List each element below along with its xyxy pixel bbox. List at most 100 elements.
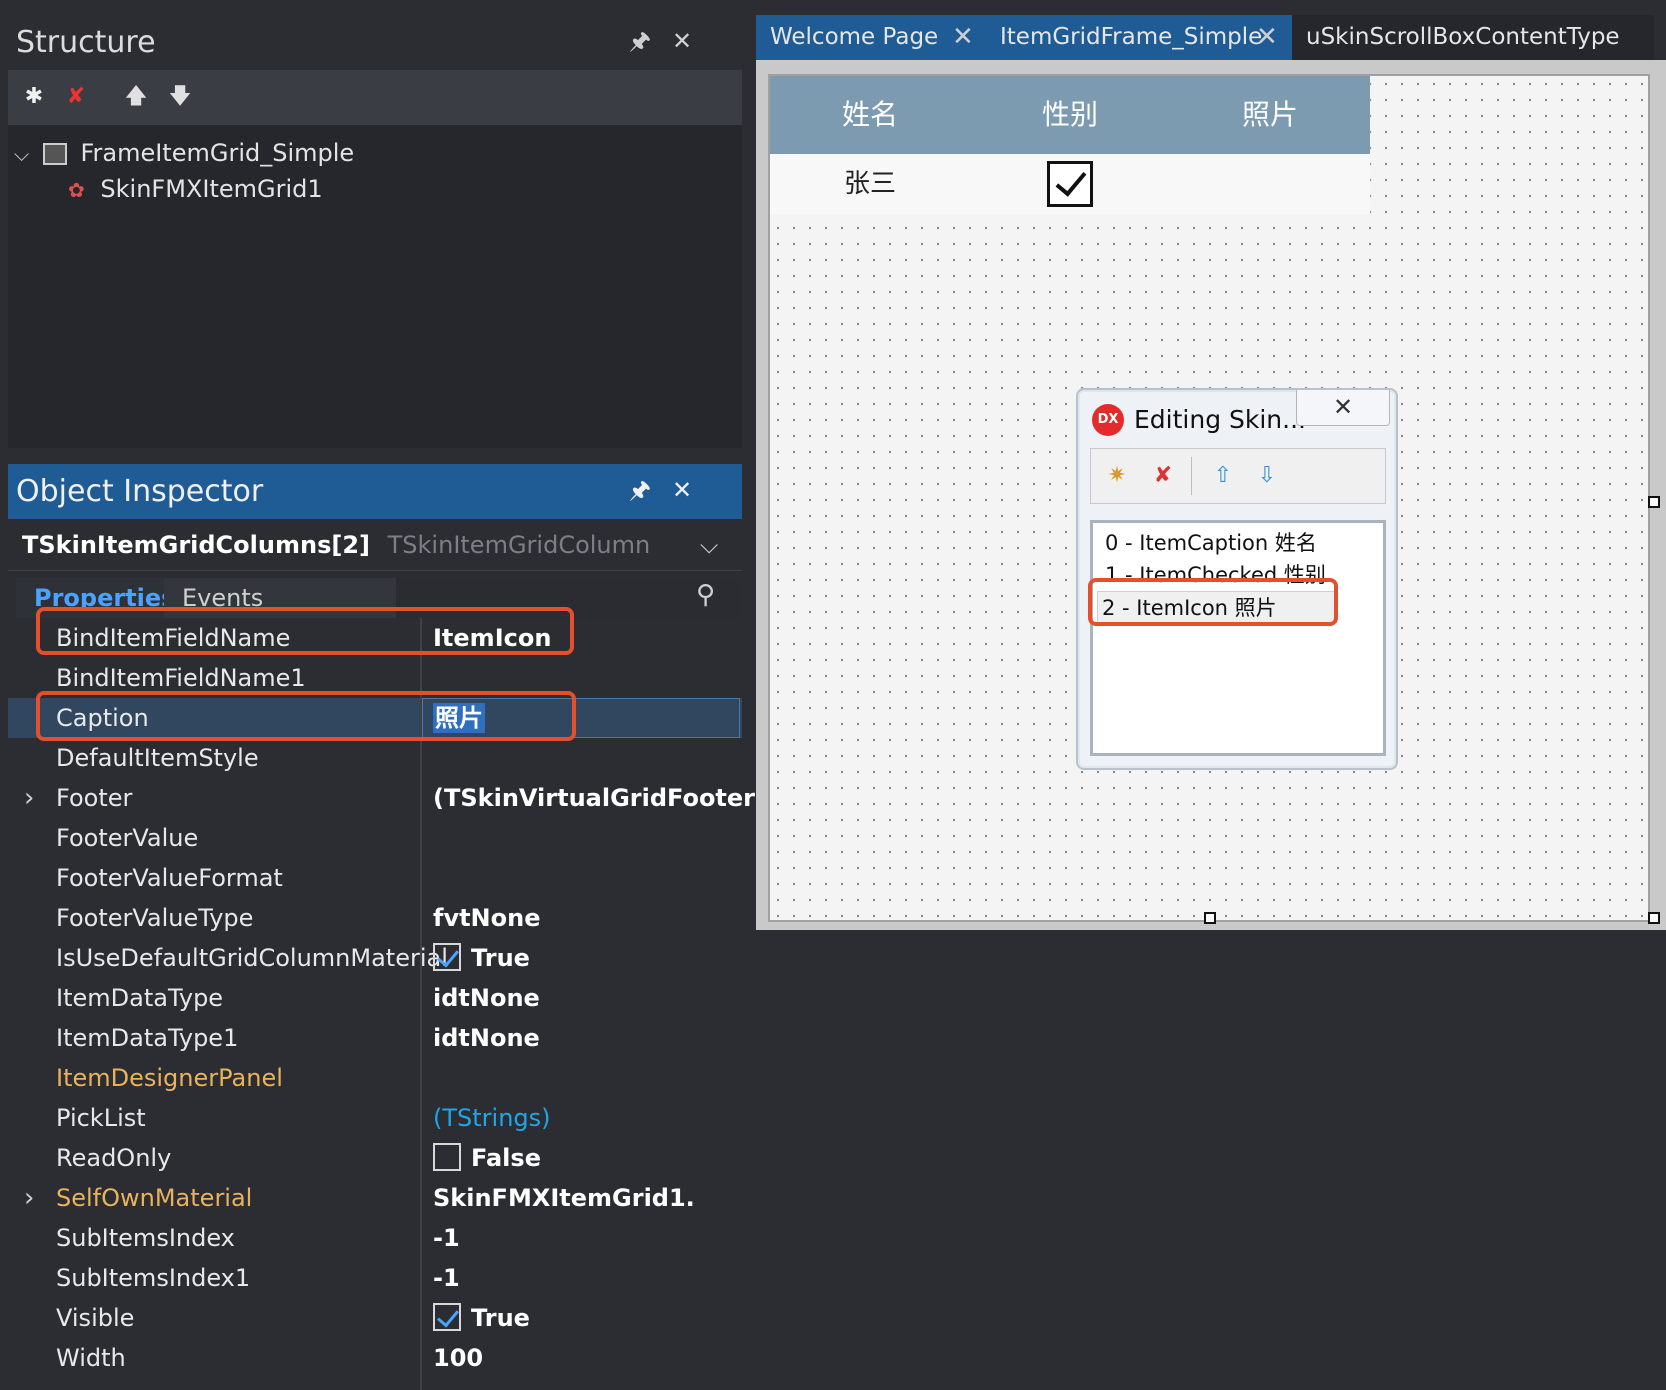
tab-welcome-page[interactable]: Welcome Page ✕ <box>756 15 986 60</box>
grid-row[interactable]: 张三 <box>770 154 1370 214</box>
delete-item-icon[interactable]: ✘ <box>1147 461 1179 491</box>
delete-item-icon[interactable]: ✘ <box>60 82 92 112</box>
property-name: SubItemsIndex <box>56 1224 235 1252</box>
close-icon[interactable]: ✕ <box>668 476 696 504</box>
structure-tree: ⌵ FrameItemGrid_Simple ✿ SkinFMXItemGrid… <box>8 125 742 448</box>
pin-icon[interactable]: 🖈︎ <box>626 476 654 504</box>
property-value-text: True <box>471 944 530 972</box>
new-item-icon[interactable]: ✱ <box>18 82 50 112</box>
property-name: Footer <box>56 784 133 812</box>
property-name: DefaultItemStyle <box>56 744 259 772</box>
property-row[interactable]: FooterValue <box>8 818 742 858</box>
add-item-icon[interactable]: ✷ <box>1101 461 1133 491</box>
search-icon[interactable]: ⚲ <box>696 580 715 610</box>
checkbox[interactable] <box>433 943 461 971</box>
property-row[interactable]: Width 100 <box>8 1338 742 1378</box>
column-header-gender[interactable]: 性别 <box>1010 76 1130 154</box>
tree-node-label: FrameItemGrid_Simple <box>80 139 355 167</box>
close-icon[interactable]: ✕ <box>1296 390 1390 426</box>
property-name: ItemDataType1 <box>56 1024 239 1052</box>
tree-node-frame[interactable]: ⌵ FrameItemGrid_Simple <box>14 135 354 171</box>
property-name: IsUseDefaultGridColumnMaterial <box>56 944 448 972</box>
close-icon[interactable]: ✕ <box>668 27 696 55</box>
tree-node-label: SkinFMXItemGrid1 <box>100 175 323 203</box>
property-value-text: True <box>471 1304 530 1332</box>
property-name: SubItemsIndex1 <box>56 1264 251 1292</box>
chevron-right-icon[interactable]: › <box>24 1178 34 1218</box>
toolbar-separator <box>1191 457 1192 495</box>
chevron-down-icon[interactable]: ⌵ <box>14 142 29 166</box>
checkbox[interactable] <box>433 1303 461 1331</box>
property-row[interactable]: IsUseDefaultGridColumnMaterial True <box>8 938 742 978</box>
property-value[interactable]: True <box>433 1298 530 1338</box>
structure-toolbar: ✱ ✘ 🡅 🡇 <box>8 70 742 125</box>
checkbox[interactable] <box>433 1143 461 1171</box>
property-row[interactable]: FooterValueFormat <box>8 858 742 898</box>
dialog-toolbar: ✷ ✘ ⇧ ⇩ <box>1090 448 1386 504</box>
property-row[interactable]: DefaultItemStyle <box>8 738 742 778</box>
property-name: PickList <box>56 1104 146 1132</box>
property-name: ReadOnly <box>56 1144 172 1172</box>
property-row[interactable]: FooterValueType fvtNone <box>8 898 742 938</box>
property-value[interactable]: SkinFMXItemGrid1. <box>433 1178 695 1218</box>
property-value[interactable]: 100 <box>433 1338 483 1378</box>
chevron-right-icon[interactable]: › <box>24 778 34 818</box>
list-item[interactable]: 0 - ItemCaption 姓名 <box>1105 527 1317 559</box>
pin-icon[interactable]: 🖈︎ <box>626 27 654 55</box>
property-row[interactable]: PickList (TStrings) <box>8 1098 742 1138</box>
property-value[interactable]: -1 <box>433 1258 460 1298</box>
property-name: ItemDesignerPanel <box>56 1064 283 1092</box>
property-value[interactable]: (TSkinVirtualGridFooter) <box>433 778 766 818</box>
property-value[interactable]: idtNone <box>433 1018 540 1058</box>
property-row[interactable]: SubItemsIndex -1 <box>8 1218 742 1258</box>
property-row[interactable]: ItemDesignerPanel <box>8 1058 742 1098</box>
structure-panel: Structure 🖈︎ ✕ ✱ ✘ 🡅 🡇 ⌵ FrameItemGrid_S… <box>8 15 742 448</box>
move-down-icon[interactable]: 🡇 <box>164 82 196 112</box>
move-up-icon[interactable]: ⇧ <box>1207 461 1239 491</box>
property-value[interactable]: (TStrings) <box>433 1098 551 1138</box>
design-surface: 姓名 性别 照片 张三 DX Editing Skin... ✕ ✷ ✘ ⇧ ⇩… <box>756 60 1666 930</box>
property-value-text: False <box>471 1144 541 1172</box>
property-name: Width <box>56 1344 126 1372</box>
property-row[interactable]: SubItemsIndex1 -1 <box>8 1258 742 1298</box>
column-header-photo[interactable]: 照片 <box>1210 76 1330 154</box>
property-name: FooterValueType <box>56 904 254 932</box>
property-row[interactable]: › Footer (TSkinVirtualGridFooter) <box>8 778 766 818</box>
property-value[interactable]: True <box>433 938 530 978</box>
object-selector[interactable]: TSkinItemGridColumns[2] TSkinItemGridCol… <box>8 519 742 571</box>
property-row[interactable]: › SelfOwnMaterial SkinFMXItemGrid1. <box>8 1178 742 1218</box>
close-icon[interactable]: ✕ <box>952 15 974 60</box>
property-value[interactable]: idtNone <box>433 978 540 1018</box>
chevron-down-icon[interactable]: ⌵ <box>700 519 718 571</box>
frame-canvas[interactable]: 姓名 性别 照片 张三 DX Editing Skin... ✕ ✷ ✘ ⇧ ⇩… <box>768 74 1650 922</box>
property-row[interactable]: Visible True <box>8 1298 742 1338</box>
property-value[interactable]: False <box>433 1138 541 1178</box>
property-value[interactable]: fvtNone <box>433 898 541 938</box>
property-row[interactable]: ItemDataType1 idtNone <box>8 1018 742 1058</box>
resize-handle[interactable] <box>1648 496 1660 508</box>
grid-header: 姓名 性别 照片 <box>770 76 1370 154</box>
tab-itemgridframe-simple[interactable]: ItemGridFrame_Simple ✕ <box>986 15 1292 60</box>
selected-object-type: TSkinItemGridColumn <box>387 531 651 559</box>
selected-object-name: TSkinItemGridColumns[2] <box>22 531 370 559</box>
dx-logo-icon: DX <box>1092 404 1124 436</box>
object-inspector: Object Inspector 🖈︎ ✕ TSkinItemGridColum… <box>8 464 766 1390</box>
property-value[interactable]: -1 <box>433 1218 460 1258</box>
move-up-icon[interactable]: 🡅 <box>120 82 152 112</box>
highlight-box <box>36 607 574 655</box>
form-icon <box>42 143 67 165</box>
property-row[interactable]: ItemDataType idtNone <box>8 978 742 1018</box>
close-icon[interactable]: ✕ <box>1256 15 1278 60</box>
tab-label: ItemGridFrame_Simple <box>1000 24 1263 50</box>
property-name: ItemDataType <box>56 984 224 1012</box>
column-header-name[interactable]: 姓名 <box>810 76 930 154</box>
resize-handle[interactable] <box>1648 912 1660 924</box>
move-down-icon[interactable]: ⇩ <box>1251 461 1283 491</box>
property-name: FooterValue <box>56 824 199 852</box>
checkbox-gender[interactable] <box>1047 161 1093 207</box>
tab-uskinscrollboxcontenttype[interactable]: uSkinScrollBoxContentType <box>1292 15 1654 60</box>
tree-node-grid[interactable]: ✿ SkinFMXItemGrid1 <box>68 171 323 207</box>
dialog-title: Editing Skin... <box>1134 405 1306 434</box>
resize-handle[interactable] <box>1204 912 1216 924</box>
property-row[interactable]: ReadOnly False <box>8 1138 742 1178</box>
